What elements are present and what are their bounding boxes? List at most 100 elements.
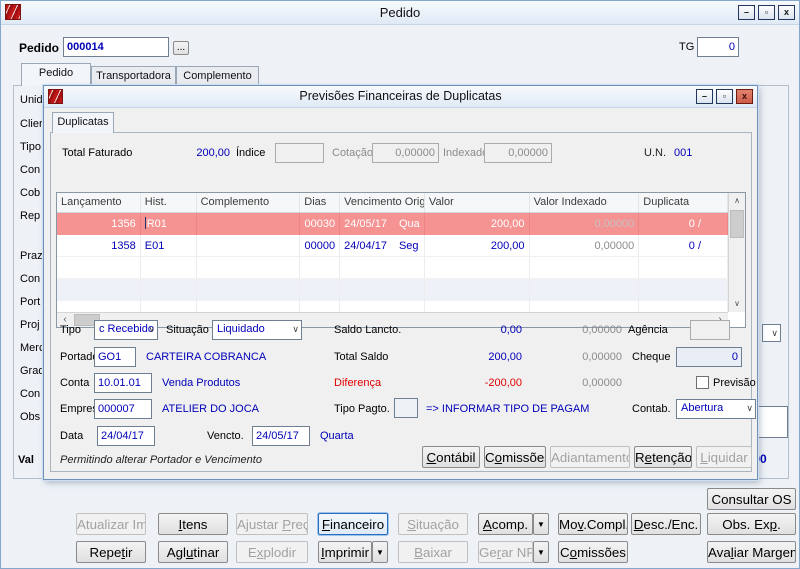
col-dias[interactable]: Dias <box>300 193 340 212</box>
desc-enc-button[interactable]: Desc./Enc. <box>631 513 701 535</box>
col-valor[interactable]: Valor <box>425 193 530 212</box>
contabil-button[interactable]: Contábil <box>422 446 480 468</box>
field-label-fragment: Rep <box>20 210 40 222</box>
saldo-lancto-label: Saldo Lancto. <box>334 324 401 336</box>
imprimir-button[interactable]: Imprimir <box>318 541 372 563</box>
scroll-down-icon[interactable]: ∨ <box>729 296 745 312</box>
contab-combo[interactable]: Abertura∨ <box>676 399 756 419</box>
retencao-button[interactable]: Retenção <box>634 446 692 468</box>
col-hist[interactable]: Hist. <box>141 193 197 212</box>
empresa-input[interactable] <box>94 399 152 419</box>
field-label-fragment: Con <box>20 273 40 285</box>
atualizar-imp-button[interactable]: Atualizar Imp. <box>76 513 146 535</box>
agencia-label: Agência <box>628 324 668 336</box>
comissoes-dialog-button[interactable]: Comissões <box>484 446 546 468</box>
agencia-input[interactable] <box>690 320 730 340</box>
scrollbar-thumb[interactable] <box>730 210 744 238</box>
field-label-fragment: Praz <box>20 250 43 262</box>
duplicatas-table: Lançamento Hist. Complemento Dias Vencim… <box>56 192 746 328</box>
maximize-icon[interactable]: ▫ <box>758 5 775 20</box>
gerar-nf-button[interactable]: Gerar NF <box>478 541 533 563</box>
tipo-pagto-label: Tipo Pagto. <box>334 403 390 415</box>
previsao-label: Previsão <box>713 377 756 389</box>
portador-desc: CARTEIRA COBRANCA <box>146 351 266 363</box>
tipo-pagto-hint: => INFORMAR TIPO DE PAGAM <box>426 403 589 415</box>
scroll-up-icon[interactable]: ∧ <box>729 193 745 209</box>
col-duplicata[interactable]: Duplicata <box>639 193 728 212</box>
gerar-nf-dropdown-icon[interactable]: ▼ <box>533 541 549 563</box>
pedido-label: Pedido <box>19 41 59 55</box>
ajustar-precos-button[interactable]: Ajustar Preços <box>236 513 308 535</box>
indice-input[interactable] <box>275 143 324 163</box>
tab-complemento[interactable]: Complemento <box>176 66 259 86</box>
chevron-down-icon: ∨ <box>771 328 778 339</box>
col-valor-indexado[interactable]: Valor Indexado <box>530 193 640 212</box>
imprimir-dropdown-icon[interactable]: ▼ <box>372 541 388 563</box>
tg-label: TG <box>679 41 694 53</box>
avaliar-margem-button[interactable]: Avaliar Margem <box>707 541 796 563</box>
cell-dias: 00030 <box>300 213 340 235</box>
tg-input[interactable] <box>697 37 739 57</box>
col-complemento[interactable]: Complemento <box>197 193 301 212</box>
conta-label: Conta <box>60 377 89 389</box>
itens-button[interactable]: Itens <box>158 513 228 535</box>
situacao-label: Situação <box>166 324 209 336</box>
baixar-button[interactable]: Baixar <box>398 541 468 563</box>
indice-label: Índice <box>236 147 265 159</box>
vencto-label: Vencto. <box>207 430 244 442</box>
diferenca-label: Diferença <box>334 377 381 389</box>
close-icon[interactable]: x <box>778 5 795 20</box>
vertical-scrollbar[interactable]: ∧ ∨ <box>728 193 745 312</box>
mov-compl-button[interactable]: Mov.Compl. <box>558 513 628 535</box>
consultar-os-button[interactable]: Consultar OS <box>707 488 796 510</box>
comissoes-button[interactable]: Comissões <box>558 541 628 563</box>
vencto-input[interactable] <box>252 426 310 446</box>
situacao-button[interactable]: Situação <box>398 513 468 535</box>
tipo-label: Tipo <box>60 324 81 336</box>
table-row[interactable]: 1358 E01 00000 24/04/17Seg 200,00 0,0000… <box>57 235 728 257</box>
un-value: 001 <box>674 147 692 159</box>
un-label: U.N. <box>644 147 666 159</box>
adiantamentos-button[interactable]: Adiantamentos <box>550 446 630 468</box>
situacao-combo[interactable]: Liquidado∨ <box>212 320 302 340</box>
tab-transportadora[interactable]: Transportadora <box>91 66 176 86</box>
total-saldo-indexado: 0,00000 <box>554 351 622 363</box>
pedido-lookup-button[interactable]: ... <box>173 41 189 55</box>
obs-exp-button[interactable]: Obs. Exp. <box>707 513 796 535</box>
portador-input[interactable] <box>94 347 136 367</box>
table-row[interactable]: 1356 R01 00030 24/05/17Qua 200,00 0,0000… <box>57 213 728 235</box>
valor-label-fragment: Val <box>18 454 34 466</box>
window-title: Pedido <box>1 5 799 20</box>
repetir-button[interactable]: Repetir <box>76 541 146 563</box>
col-vencimento-orig[interactable]: Vencimento Orig. <box>340 193 425 212</box>
tipo-pagto-input[interactable] <box>394 398 418 418</box>
data-input[interactable] <box>97 426 155 446</box>
tab-pedido[interactable]: Pedido <box>21 63 91 86</box>
field-label-fragment: Port <box>20 296 40 308</box>
dialog-close-icon[interactable]: x <box>736 89 753 104</box>
col-lancamento[interactable]: Lançamento <box>57 193 141 212</box>
financeiro-button[interactable]: Financeiro <box>318 513 388 535</box>
field-label-fragment: Con <box>20 388 40 400</box>
tab-duplicatas[interactable]: Duplicatas <box>52 112 114 133</box>
minimize-icon[interactable]: – <box>738 5 755 20</box>
pedido-window: Pedido – ▫ x Pedido ... TG Pedido Transp… <box>0 0 800 569</box>
previsao-checkbox[interactable] <box>696 376 709 389</box>
cheque-input[interactable] <box>676 347 742 367</box>
acomp-dropdown-icon[interactable]: ▼ <box>533 513 549 535</box>
liquidar-button[interactable]: Liquidar <box>696 446 752 468</box>
acomp-button[interactable]: Acomp. <box>478 513 533 535</box>
field-label-fragment: Proj <box>20 319 40 331</box>
cotacao-input[interactable] <box>372 143 439 163</box>
indexado-input[interactable] <box>484 143 552 163</box>
tipo-combo[interactable]: c Recebido∨ <box>94 320 158 340</box>
dialog-maximize-icon[interactable]: ▫ <box>716 89 733 104</box>
conta-input[interactable] <box>94 373 152 393</box>
dialog-minimize-icon[interactable]: – <box>696 89 713 104</box>
explodir-button[interactable]: Explodir <box>236 541 308 563</box>
combo-fragment[interactable]: ∨ <box>762 324 781 342</box>
chevron-down-icon: ∨ <box>148 324 155 335</box>
dialog-titlebar: Previsões Financeiras de Duplicatas – ▫ … <box>44 86 757 108</box>
pedido-number-input[interactable] <box>63 37 169 57</box>
aglutinar-button[interactable]: Aglutinar <box>158 541 228 563</box>
